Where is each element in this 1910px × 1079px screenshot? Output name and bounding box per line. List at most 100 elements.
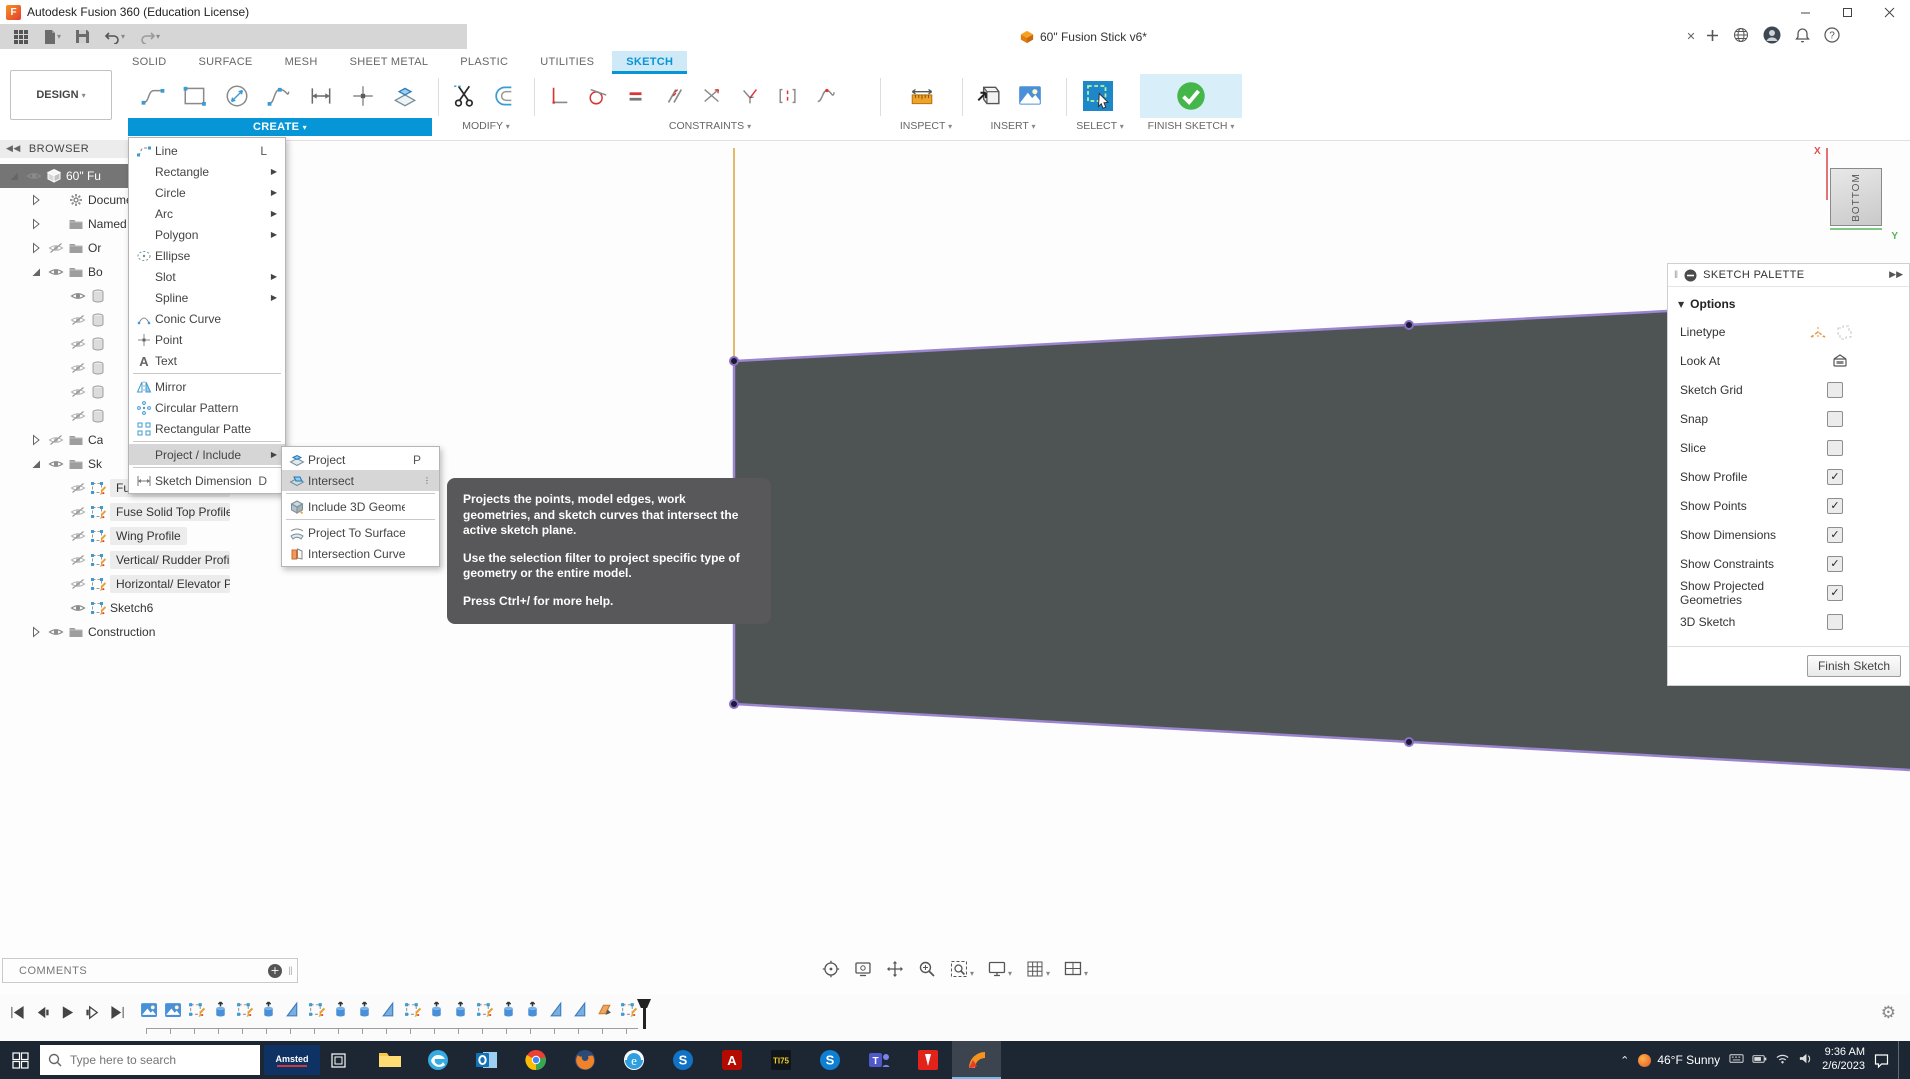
- visibility-off-icon[interactable]: [70, 336, 86, 352]
- timeline-feature-extrude-14[interactable]: [452, 1001, 469, 1018]
- timeline-feature-extrude-13[interactable]: [428, 1001, 445, 1018]
- create-menu-item-spline[interactable]: Spline▶: [129, 287, 285, 308]
- ribbon-group-label-select[interactable]: SELECT ▾: [1076, 120, 1124, 132]
- document-tab[interactable]: 60" Fusion Stick v6*: [467, 24, 1700, 50]
- tray-network-wifi-icon[interactable]: [1775, 1051, 1790, 1069]
- timeline-feature-mirror-19[interactable]: [572, 1001, 589, 1018]
- timeline-feature-sketch-12[interactable]: [404, 1001, 421, 1018]
- nav-lookat-icon[interactable]: [852, 958, 874, 980]
- timeline-feature-extrude-16[interactable]: [500, 1001, 517, 1018]
- submenu-item-include-3d-geometry[interactable]: Include 3D Geometry: [282, 496, 439, 517]
- create-menu-item-arc[interactable]: Arc▶: [129, 203, 285, 224]
- expand-icon[interactable]: [28, 216, 44, 232]
- ribbon-tool-select-icon[interactable]: [1078, 76, 1118, 116]
- create-menu-item-circle[interactable]: Circle▶: [129, 182, 285, 203]
- visibility-on-icon[interactable]: [48, 264, 64, 280]
- timeline-track[interactable]: [146, 1028, 638, 1034]
- taskbar-fusion-icon[interactable]: [952, 1041, 1001, 1079]
- timeline-feature-mirror-7[interactable]: [284, 1001, 301, 1018]
- browser-row-construction[interactable]: Construction: [0, 620, 230, 644]
- help-icon[interactable]: ?: [1824, 27, 1840, 46]
- visibility-on-icon[interactable]: [26, 168, 42, 184]
- visibility-off-icon[interactable]: [70, 408, 86, 424]
- ribbon-tool-curv-icon[interactable]: [732, 76, 768, 116]
- tab-solid[interactable]: SOLID: [118, 51, 181, 74]
- visibility-off-icon[interactable]: [70, 360, 86, 376]
- palette-options-section[interactable]: ▼ Options: [1668, 287, 1909, 317]
- timeline-feature-plane-20[interactable]: [596, 1001, 613, 1018]
- ribbon-tool-project-icon[interactable]: [385, 76, 425, 116]
- ribbon-tool-image-icon[interactable]: [1010, 76, 1050, 116]
- look-at-icon[interactable]: [1831, 353, 1849, 369]
- ribbon-tool-point-icon[interactable]: [343, 76, 383, 116]
- checkbox-3d-sketch[interactable]: [1827, 614, 1843, 630]
- taskbar-adobe-icon[interactable]: [903, 1041, 952, 1079]
- visibility-on-icon[interactable]: [70, 288, 86, 304]
- expand-icon[interactable]: [28, 192, 44, 208]
- checkbox-show-dimensions[interactable]: ✓: [1827, 527, 1843, 543]
- show-desktop-button[interactable]: [1898, 1041, 1904, 1079]
- create-menu-item-rectangle[interactable]: Rectangle▶: [129, 161, 285, 182]
- tab-sketch[interactable]: SKETCH: [612, 51, 687, 74]
- nav-grid-icon[interactable]: ▾: [1024, 958, 1052, 980]
- ribbon-group-label-modify[interactable]: MODIFY ▾: [462, 120, 510, 132]
- notifications-bell-icon[interactable]: [1795, 27, 1810, 46]
- taskbar-chrome-icon[interactable]: [511, 1041, 560, 1079]
- finish-sketch-palette-button[interactable]: Finish Sketch: [1807, 655, 1901, 677]
- visibility-off-icon[interactable]: [70, 552, 86, 568]
- ribbon-tool-offset-icon[interactable]: [487, 76, 527, 116]
- tab-utilities[interactable]: UTILITIES: [526, 51, 608, 74]
- browser-row-fuse-solid-top-profile[interactable]: Fuse Solid Top Profile: [0, 500, 230, 524]
- visibility-on-icon[interactable]: [70, 600, 86, 616]
- new-tab-icon[interactable]: [1706, 29, 1719, 45]
- visibility-off-icon[interactable]: [70, 312, 86, 328]
- nav-viewports-icon[interactable]: ▾: [1062, 958, 1090, 980]
- ribbon-tool-tan-icon[interactable]: [580, 76, 616, 116]
- collapse-icon[interactable]: [28, 264, 44, 280]
- taskbar-snagit-icon[interactable]: S: [658, 1041, 707, 1079]
- create-menu-header[interactable]: CREATE ▾: [128, 118, 432, 136]
- browser-row-vertical-rudder-profile[interactable]: Vertical/ Rudder Profile: [0, 548, 230, 572]
- create-menu-item-line[interactable]: LineL: [129, 140, 285, 161]
- tab-sheet-metal[interactable]: SHEET METAL: [336, 51, 443, 74]
- visibility-off-icon[interactable]: [70, 528, 86, 544]
- palette-dock-icon[interactable]: ▶▶: [1889, 270, 1903, 280]
- taskbar-search[interactable]: [40, 1045, 260, 1075]
- workspace-selector[interactable]: DESIGN ▾: [10, 70, 112, 120]
- taskbar-ti75-icon[interactable]: TI75: [756, 1041, 805, 1079]
- create-menu-item-circular-pattern[interactable]: Circular Pattern: [129, 397, 285, 418]
- timeline-settings-gear-icon[interactable]: ⚙: [1881, 1003, 1896, 1023]
- close-document-tab-icon[interactable]: ✕: [1682, 27, 1700, 45]
- comments-grip[interactable]: ‖: [288, 964, 293, 978]
- visibility-off-icon[interactable]: [48, 432, 64, 448]
- submenu-item-intersect[interactable]: Intersect⋮: [282, 470, 439, 491]
- timeline-feature-extrude-17[interactable]: [524, 1001, 541, 1018]
- checkbox-show-points[interactable]: ✓: [1827, 498, 1843, 514]
- tray-expand-icon[interactable]: ⌃: [1620, 1054, 1629, 1067]
- submenu-item-project[interactable]: ProjectP: [282, 449, 439, 470]
- timeline-feature-sketch-3[interactable]: [188, 1001, 205, 1018]
- palette-collapse-icon[interactable]: [1684, 269, 1697, 282]
- timeline-play-button[interactable]: [60, 1005, 75, 1023]
- checkbox-slice[interactable]: [1827, 440, 1843, 456]
- construction-linetype-icon[interactable]: [1809, 324, 1827, 340]
- minimize-button[interactable]: [1784, 0, 1826, 24]
- viewcube-face[interactable]: BOTTOM: [1830, 168, 1882, 226]
- timeline-feature-extrude-4[interactable]: [212, 1001, 229, 1018]
- save-button[interactable]: [70, 26, 95, 48]
- timeline-feature-extrude-10[interactable]: [356, 1001, 373, 1018]
- weather-widget[interactable]: 46°F Sunny: [1638, 1053, 1720, 1067]
- timeline-feature-sketch-15[interactable]: [476, 1001, 493, 1018]
- create-menu-item-text[interactable]: AText: [129, 350, 285, 371]
- create-menu-item-ellipse[interactable]: Ellipse: [129, 245, 285, 266]
- checkbox-show-constraints[interactable]: ✓: [1827, 556, 1843, 572]
- ribbon-tool-eq-icon[interactable]: [618, 76, 654, 116]
- profile-avatar[interactable]: [1763, 26, 1781, 47]
- redo-button[interactable]: ▾: [134, 26, 165, 48]
- create-menu-item-polygon[interactable]: Polygon▶: [129, 224, 285, 245]
- browser-row-horizontal-elevator-profile[interactable]: Horizontal/ Elevator Profile: [0, 572, 230, 596]
- create-menu-item-slot[interactable]: Slot▶: [129, 266, 285, 287]
- visibility-on-icon[interactable]: [48, 456, 64, 472]
- tray-volume-icon[interactable]: [1798, 1051, 1813, 1069]
- taskbar-folder-icon[interactable]: [364, 1041, 413, 1079]
